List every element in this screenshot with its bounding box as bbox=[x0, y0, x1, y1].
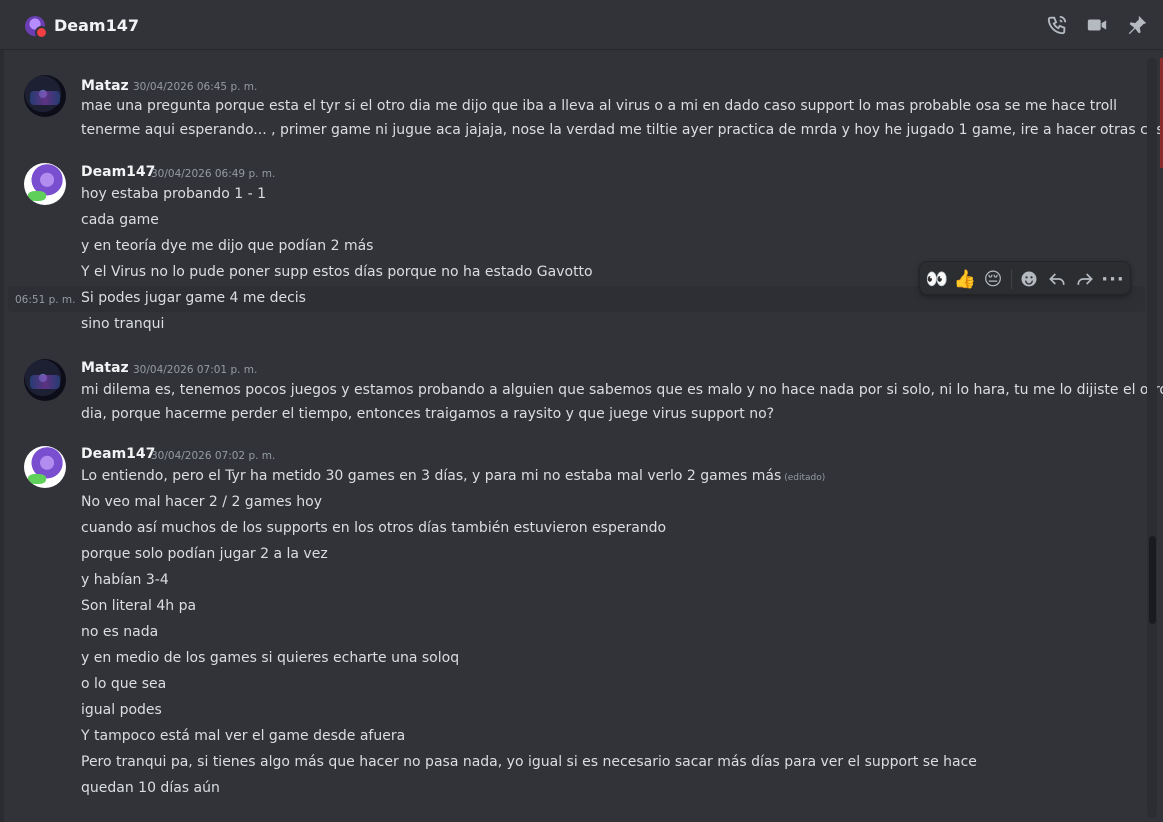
toolbar-divider bbox=[1011, 269, 1012, 289]
message-line: Si podes jugar game 4 me decis bbox=[81, 290, 306, 306]
message-line: hoy estaba probando 1 - 1 bbox=[81, 186, 266, 202]
message-line: Y tampoco está mal ver el game desde afu… bbox=[81, 728, 406, 744]
message-line: tenerme aqui esperando... , primer game … bbox=[81, 122, 1163, 138]
message-author[interactable]: Mataz bbox=[81, 360, 129, 376]
message-line: cada game bbox=[81, 212, 159, 228]
message-line: y habían 3-4 bbox=[81, 572, 169, 588]
message-line: sino tranqui bbox=[81, 316, 165, 332]
message-line: mi dilema es, tenemos pocos juegos y est… bbox=[81, 382, 1163, 398]
status-indicator bbox=[35, 26, 48, 39]
voice-call-icon[interactable] bbox=[1046, 14, 1068, 36]
avatar-deam147[interactable] bbox=[24, 163, 66, 205]
message-line: Pero tranqui pa, si tienes algo más que … bbox=[81, 754, 977, 770]
message-timestamp: 30/04/2026 07:01 p. m. bbox=[133, 364, 258, 376]
message-line: o lo que sea bbox=[81, 676, 167, 692]
channel-header: Deam147 bbox=[0, 0, 1163, 50]
hover-timestamp: 06:51 p. m. bbox=[15, 294, 76, 306]
message-author[interactable]: Deam147 bbox=[81, 164, 155, 180]
message-line: y en medio de los games si quieres echar… bbox=[81, 650, 460, 666]
message-line: porque solo podían jugar 2 a la vez bbox=[81, 546, 328, 562]
channel-name: Deam147 bbox=[54, 16, 139, 35]
message-line: y en teoría dye me dijo que podían 2 más bbox=[81, 238, 374, 254]
message-line: quedan 10 días aún bbox=[81, 780, 220, 796]
message-author[interactable]: Deam147 bbox=[81, 446, 155, 462]
message-author[interactable]: Mataz bbox=[81, 78, 129, 94]
reaction-eyes[interactable]: 👀 bbox=[924, 266, 950, 292]
message-line: no es nada bbox=[81, 624, 159, 640]
reaction-thumbs-up[interactable]: 👍 bbox=[952, 266, 978, 292]
edited-label: (editado) bbox=[784, 473, 826, 483]
message-hover-toolbar: 👀 👍 😔 ··· bbox=[919, 261, 1131, 295]
dm-avatar[interactable] bbox=[25, 16, 48, 39]
message-line: Lo entiendo, pero el Tyr ha metido 30 ga… bbox=[81, 468, 825, 484]
avatar-deam147[interactable] bbox=[24, 446, 66, 488]
message-timestamp: 30/04/2026 06:45 p. m. bbox=[133, 81, 258, 93]
message-line: cuando así muchos de los supports en los… bbox=[81, 520, 667, 536]
message-line: No veo mal hacer 2 / 2 games hoy bbox=[81, 494, 322, 510]
avatar-mataz[interactable] bbox=[24, 75, 66, 117]
reaction-pensive[interactable]: 😔 bbox=[980, 266, 1006, 292]
message-line: dia, porque hacerme perder el tiempo, en… bbox=[81, 406, 775, 422]
message-line: igual podes bbox=[81, 702, 162, 718]
reply-icon[interactable] bbox=[1044, 266, 1070, 292]
pin-icon[interactable] bbox=[1126, 14, 1148, 36]
avatar-mataz[interactable] bbox=[24, 359, 66, 401]
message-text: Lo entiendo, pero el Tyr ha metido 30 ga… bbox=[81, 468, 782, 484]
message-timestamp: 30/04/2026 06:49 p. m. bbox=[151, 168, 276, 180]
left-edge bbox=[0, 0, 4, 822]
message-line: Son literal 4h pa bbox=[81, 598, 197, 614]
add-reaction-icon[interactable] bbox=[1016, 266, 1042, 292]
message-line: Y el Virus no lo pude poner supp estos d… bbox=[81, 264, 593, 280]
forward-icon[interactable] bbox=[1072, 266, 1098, 292]
scrollbar-track[interactable] bbox=[1147, 58, 1157, 818]
message-timestamp: 30/04/2026 07:02 p. m. bbox=[151, 450, 276, 462]
video-call-icon[interactable] bbox=[1086, 14, 1108, 36]
scrollbar-thumb[interactable] bbox=[1149, 536, 1156, 624]
more-icon[interactable]: ··· bbox=[1100, 266, 1126, 292]
message-line: mae una pregunta porque esta el tyr si e… bbox=[81, 98, 1118, 114]
